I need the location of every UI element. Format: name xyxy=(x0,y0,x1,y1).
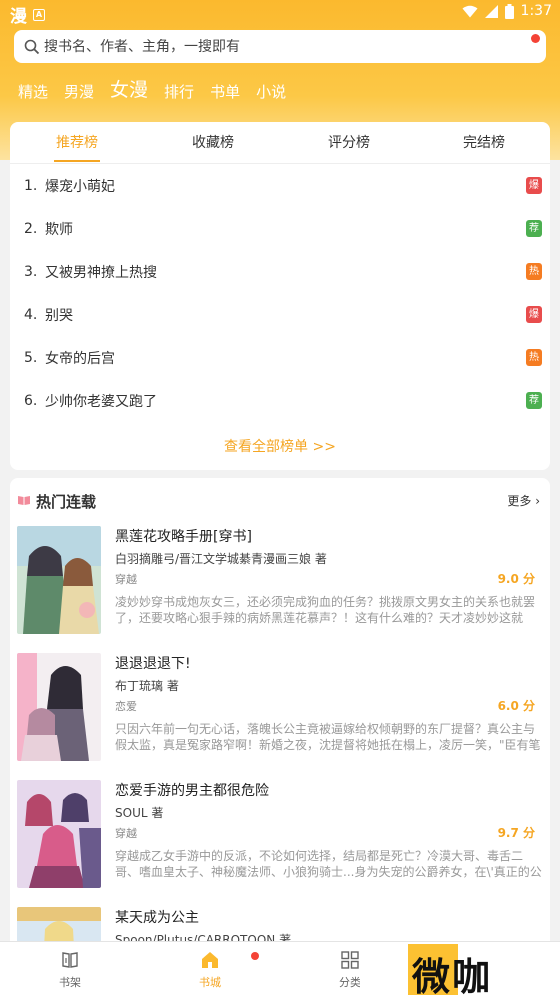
battery-icon xyxy=(504,3,514,19)
rank-title: 欺师 xyxy=(45,222,73,238)
book-cover-image xyxy=(17,526,101,634)
ranking-item[interactable]: 3. 又被男神撩上热搜 热 xyxy=(24,257,542,287)
rank-title: 别哭 xyxy=(45,308,73,324)
status-time: 1:37 xyxy=(520,3,552,19)
book-cover-image xyxy=(17,653,101,761)
tab-female-comics[interactable]: 女漫 xyxy=(110,75,148,102)
book-title: 恋爱手游的男主都很危险 xyxy=(115,783,269,799)
book-description: 凌妙妙穿书成炮灰女三，还必须完成狗血的任务？挑拨原文男女主的关系也就罢了，还要攻… xyxy=(115,595,536,625)
app-logo-icon: 漫 xyxy=(10,7,27,27)
book-score: 9.0 分 xyxy=(497,572,535,586)
book-description: 只因六年前一句无心话，落魄长公主竟被逼嫁给权倾朝野的东厂提督？真公主与假太监，真… xyxy=(115,722,541,752)
bookstore-icon xyxy=(202,952,218,968)
book-item[interactable]: 黑莲花攻略手册[穿书] 白羽摘雕弓/晋江文学城綦青漫画三娘 著 穿越 9.0 分… xyxy=(17,526,543,636)
tab-completed-rank[interactable]: 完结榜 xyxy=(463,132,505,152)
hot-badge: 爆 xyxy=(526,177,542,194)
hot-badge: 爆 xyxy=(526,306,542,323)
recommend-badge: 荐 xyxy=(526,220,542,237)
nav-label: 分类 xyxy=(339,976,361,989)
rank-title: 又被男神撩上热搜 xyxy=(45,265,157,281)
ranking-item[interactable]: 6. 少帅你老婆又跑了 荐 xyxy=(24,386,542,416)
more-label: 更多 xyxy=(507,494,532,508)
tab-selected[interactable]: 精选 xyxy=(18,81,48,102)
book-title: 某天成为公主 xyxy=(115,910,199,926)
rank-number: 5. xyxy=(24,350,38,366)
wifi-icon xyxy=(462,5,478,17)
book-title: 退退退退下! xyxy=(115,656,191,672)
chevron-right-icon: › xyxy=(535,494,540,508)
bookshelf-icon xyxy=(62,952,78,968)
tab-male-comics[interactable]: 男漫 xyxy=(64,81,94,102)
tab-booklist[interactable]: 书单 xyxy=(210,81,240,102)
search-icon xyxy=(24,39,40,54)
category-grid-icon xyxy=(341,951,359,969)
ranking-item[interactable]: 4. 别哭 爆 xyxy=(24,300,542,330)
notification-dot xyxy=(531,34,540,43)
rank-number: 3. xyxy=(24,264,38,280)
nav-label: 书架 xyxy=(59,976,81,989)
book-genre-tag: 穿越 xyxy=(115,827,137,840)
watermark-logo: 微咖 xyxy=(360,944,560,995)
ranking-item[interactable]: 2. 欺师 荐 xyxy=(24,214,542,244)
more-link[interactable]: 更多 › xyxy=(507,492,540,509)
status-bar: 漫 A 1:37 xyxy=(0,0,560,27)
search-bar[interactable] xyxy=(14,30,546,63)
signal-icon xyxy=(484,4,498,18)
tab-ranking[interactable]: 排行 xyxy=(164,81,194,102)
rank-number: 2. xyxy=(24,221,38,237)
book-genre-tag: 恋爱 xyxy=(115,700,137,713)
book-cover-image xyxy=(17,780,101,888)
nav-bookstore[interactable]: 书城 xyxy=(180,950,240,990)
ranking-item[interactable]: 1. 爆宠小萌妃 爆 xyxy=(24,171,542,201)
hot-serials-section: 热门连载 更多 › 黑莲花攻略手册[穿书] 白羽摘雕弓/晋江文学城綦青漫画三娘 … xyxy=(10,478,550,948)
ranking-item[interactable]: 5. 女帝的后宫 热 xyxy=(24,343,542,373)
book-genre-tag: 穿越 xyxy=(115,573,137,586)
search-input[interactable] xyxy=(44,38,504,55)
ranking-card: 推荐榜 收藏榜 评分榜 完结榜 1. 爆宠小萌妃 爆 2. 欺师 荐 3. 又被… xyxy=(10,122,550,470)
trending-badge: 热 xyxy=(526,349,542,366)
rank-number: 4. xyxy=(24,307,38,323)
top-tabs: 精选 男漫 女漫 排行 书单 小说 xyxy=(18,76,302,102)
rank-title: 少帅你老婆又跑了 xyxy=(45,394,157,410)
recommend-badge: 荐 xyxy=(526,392,542,409)
book-title: 黑莲花攻略手册[穿书] xyxy=(115,529,252,545)
book-item[interactable]: 恋爱手游的男主都很危险 SOUL 著 穿越 9.7 分 穿越成乙女手游中的反派，… xyxy=(17,780,543,890)
section-title: 热门连载 xyxy=(36,493,97,511)
book-author: 白羽摘雕弓/晋江文学城綦青漫画三娘 著 xyxy=(115,552,327,566)
tab-favorite-rank[interactable]: 收藏榜 xyxy=(192,132,234,152)
book-score: 9.7 分 xyxy=(497,826,535,840)
rank-number: 1. xyxy=(24,178,38,194)
book-icon xyxy=(18,496,30,505)
book-author: 布丁琉璃 著 xyxy=(115,679,179,693)
book-description: 穿越成乙女手游中的反派，不论如何选择，结局都是死亡？冷漠大哥、毒舌二哥、嗜血皇太… xyxy=(115,849,542,879)
notification-dot xyxy=(251,952,259,960)
tab-rating-rank[interactable]: 评分榜 xyxy=(328,132,370,152)
view-all-rankings-link[interactable]: 查看全部榜单 >> xyxy=(10,436,550,456)
nav-label: 书城 xyxy=(199,976,221,989)
watermark-text: 微咖 xyxy=(412,955,493,995)
rank-number: 6. xyxy=(24,393,38,409)
tab-novel[interactable]: 小说 xyxy=(256,81,286,102)
book-item[interactable]: 退退退退下! 布丁琉璃 著 恋爱 6.0 分 只因六年前一句无心话，落魄长公主竟… xyxy=(17,653,543,763)
book-score: 6.0 分 xyxy=(497,699,535,713)
nav-bookshelf[interactable]: 书架 xyxy=(40,950,100,990)
active-tab-indicator xyxy=(54,160,100,162)
notification-a-icon: A xyxy=(33,8,45,21)
book-author: SOUL 著 xyxy=(115,806,164,820)
rank-title: 女帝的后宫 xyxy=(45,351,115,367)
tab-recommend-rank[interactable]: 推荐榜 xyxy=(56,132,98,152)
rank-title: 爆宠小萌妃 xyxy=(45,179,115,195)
ranking-tabs: 推荐榜 收藏榜 评分榜 完结榜 xyxy=(10,122,550,164)
trending-badge: 热 xyxy=(526,263,542,280)
